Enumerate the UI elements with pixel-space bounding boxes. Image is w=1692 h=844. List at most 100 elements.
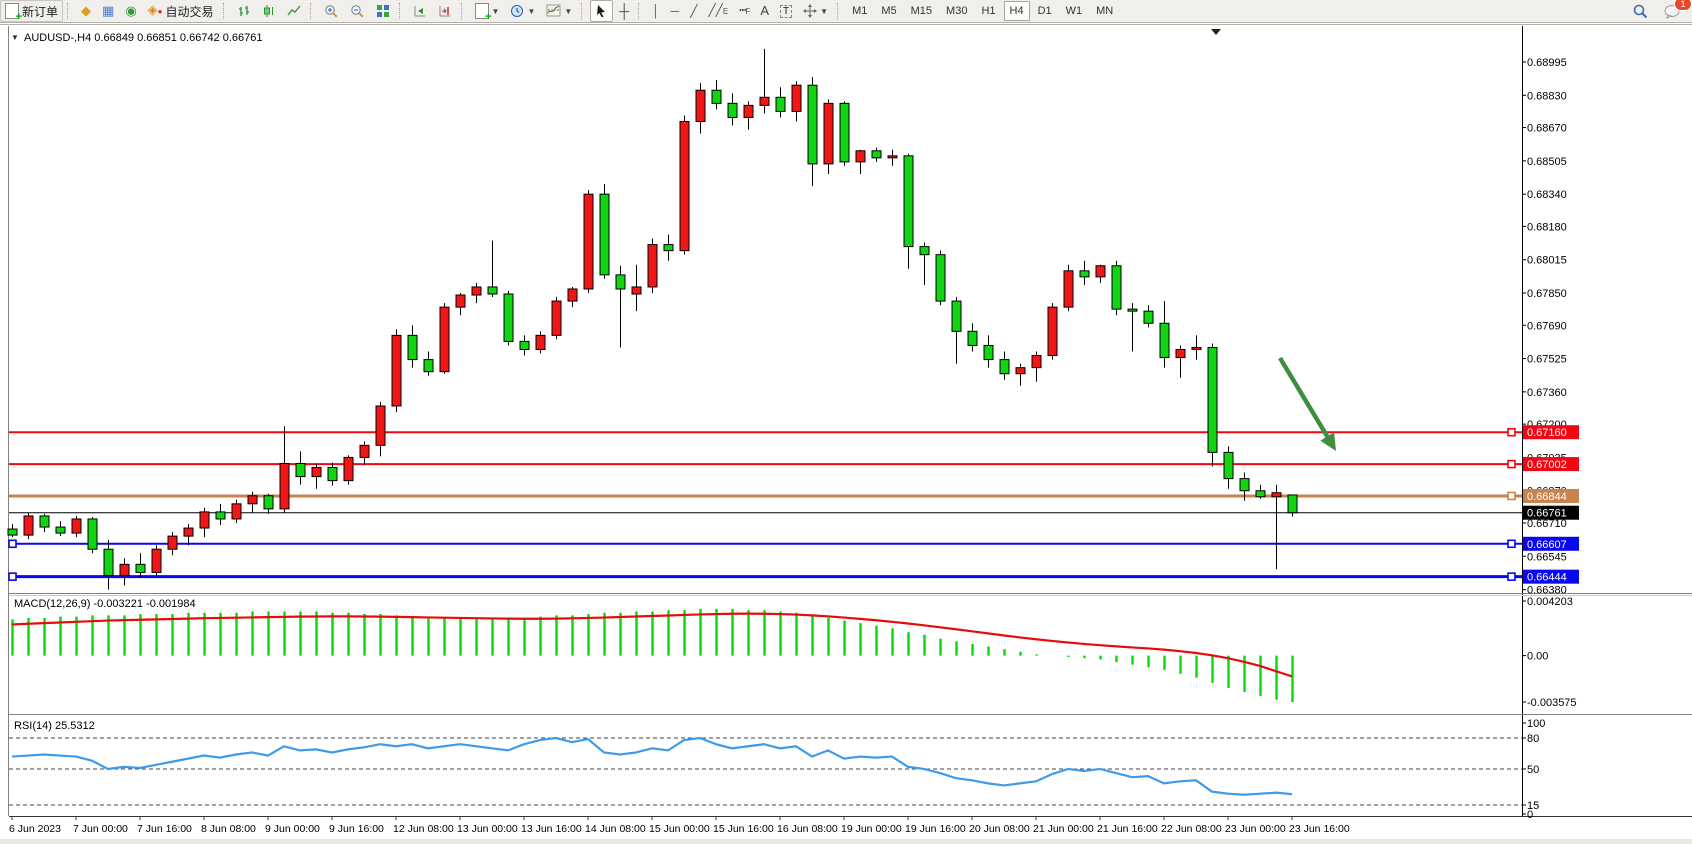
report-icon: ▦ [102, 5, 114, 17]
candlestick-type-button[interactable] [257, 0, 281, 22]
time-label: 23 Jun 16:00 [1289, 823, 1350, 835]
new-order-button[interactable]: + 新订单 [0, 0, 63, 22]
shift-end-icon [413, 4, 427, 18]
vertical-line-icon: │ [652, 5, 660, 17]
price-line-badge: 0.66844 [1527, 491, 1567, 503]
candlestick-icon [262, 4, 276, 18]
price-tick: 0.66710 [1527, 518, 1567, 530]
timeframe-h1[interactable]: H1 [975, 1, 1001, 21]
chevron-down-icon: ▼ [11, 33, 19, 42]
timeframe-d1[interactable]: D1 [1032, 1, 1058, 21]
separator [223, 3, 228, 19]
notifications-button[interactable]: 1 [1659, 0, 1686, 22]
auto-trading-button[interactable]: ◈● 自动交易 [143, 0, 219, 22]
time-label: 13 Jun 16:00 [521, 823, 582, 835]
price-line-badge: 0.67002 [1527, 459, 1567, 471]
bar-chart-icon [237, 4, 251, 18]
time-label: 7 Jun 00:00 [73, 823, 128, 835]
auto-trading-label: 自动交易 [166, 3, 214, 20]
trendline-tool[interactable]: ╱ [685, 0, 702, 22]
timeframe-h4[interactable]: H4 [1004, 1, 1030, 21]
time-label: 16 Jun 08:00 [777, 823, 838, 835]
separator [837, 3, 842, 19]
chart-shift-button[interactable] [433, 0, 457, 22]
time-label: 22 Jun 08:00 [1161, 823, 1222, 835]
time-label: 20 Jun 08:00 [969, 823, 1030, 835]
time-label: 19 Jun 00:00 [841, 823, 902, 835]
shift-offset-icon [438, 4, 452, 18]
time-label: 9 Jun 00:00 [265, 823, 320, 835]
separator [399, 3, 404, 19]
zoom-out-button[interactable] [345, 0, 370, 22]
crosshair-icon: ┼ [619, 5, 629, 17]
timeframe-m1[interactable]: M1 [846, 1, 873, 21]
tile-windows-button[interactable] [371, 0, 395, 22]
price-tick: 0.66545 [1527, 551, 1567, 563]
zoom-out-icon [350, 4, 365, 19]
symbol-info[interactable]: ▼AUDUSD-,H4 0.66849 0.66851 0.66742 0.66… [11, 32, 263, 44]
signal-button[interactable]: ◉ [120, 0, 141, 22]
text-icon: A [760, 5, 769, 17]
arrows-icon [803, 4, 817, 18]
price-tick: 0.67850 [1527, 288, 1567, 300]
time-label: 7 Jun 16:00 [137, 823, 192, 835]
text-label-icon: T [780, 5, 792, 18]
price-tick: 0.68180 [1527, 221, 1567, 233]
price-line-badge: 0.66607 [1527, 539, 1567, 551]
toolbar-right: 1 [1627, 0, 1692, 22]
chart-area[interactable]: 0.689950.688300.686700.685050.683400.681… [0, 23, 1692, 844]
crosshair-tool-button[interactable]: ┼ [614, 0, 634, 22]
vertical-line-tool[interactable]: │ [647, 0, 665, 22]
tile-windows-icon [376, 4, 390, 18]
search-icon [1632, 3, 1648, 19]
seal-icon: ◆ [81, 5, 91, 17]
text-tool[interactable]: A [755, 0, 774, 22]
clock-icon [510, 4, 524, 18]
notification-badge: 1 [1674, 0, 1692, 11]
zoom-in-button[interactable] [319, 0, 344, 22]
price-tick: 0.67360 [1527, 387, 1567, 399]
timeframe-m30[interactable]: M30 [940, 1, 973, 21]
price-tick: 0.67690 [1527, 320, 1567, 332]
seal-button[interactable]: ◆ [76, 0, 96, 22]
fibonacci-icon: ┅F [739, 4, 749, 18]
channel-tool[interactable]: ╱╱E [703, 0, 733, 22]
timeframe-m5[interactable]: M5 [875, 1, 902, 21]
horizontal-line-tool[interactable]: ─ [666, 0, 685, 22]
text-label-tool[interactable]: T [775, 0, 797, 22]
price-tick: 0.66380 [1527, 585, 1567, 597]
report-button[interactable]: ▦ [97, 0, 119, 22]
timeframe-w1[interactable]: W1 [1060, 1, 1089, 21]
price-tick: 0.68995 [1527, 57, 1567, 69]
time-label: 14 Jun 08:00 [585, 823, 646, 835]
arrows-tool[interactable]: ▼ [798, 0, 833, 22]
time-label: 9 Jun 16:00 [329, 823, 384, 835]
timeframe-mn[interactable]: MN [1090, 1, 1119, 21]
timeframe-group: M1M5M15M30H1H4D1W1MN [846, 1, 1119, 21]
price-line-badge: 0.67160 [1527, 427, 1567, 439]
fibonacci-tool[interactable]: ┅F [734, 0, 754, 22]
timeframe-m15[interactable]: M15 [905, 1, 938, 21]
auto-trading-icon: ◈● [148, 4, 163, 18]
signal-icon: ◉ [125, 5, 136, 17]
price-tick: 0.68015 [1527, 255, 1567, 267]
macd-label: MACD(12,26,9) -0.003221 -0.001984 [14, 598, 196, 610]
bar-chart-type-button[interactable] [232, 0, 256, 22]
price-tick: 0.68340 [1527, 189, 1567, 201]
price-line-badge: 0.66444 [1527, 572, 1567, 584]
line-chart-type-button[interactable] [282, 0, 306, 22]
separator [67, 3, 72, 19]
new-chart-button[interactable]: +▼ [470, 0, 505, 22]
indicators-button[interactable]: ▼ [541, 0, 577, 22]
auto-scroll-button[interactable] [408, 0, 432, 22]
periods-button[interactable]: ▼ [505, 0, 540, 22]
separator [581, 3, 586, 19]
rsi-label: RSI(14) 25.5312 [14, 720, 95, 732]
separator [310, 3, 315, 19]
zoom-in-icon [324, 4, 339, 19]
cursor-tool-button[interactable] [590, 0, 613, 22]
price-tick: 0.67525 [1527, 354, 1567, 366]
search-button[interactable] [1627, 0, 1653, 22]
macd-tick: -0.003575 [1527, 697, 1577, 709]
time-label: 21 Jun 00:00 [1033, 823, 1094, 835]
